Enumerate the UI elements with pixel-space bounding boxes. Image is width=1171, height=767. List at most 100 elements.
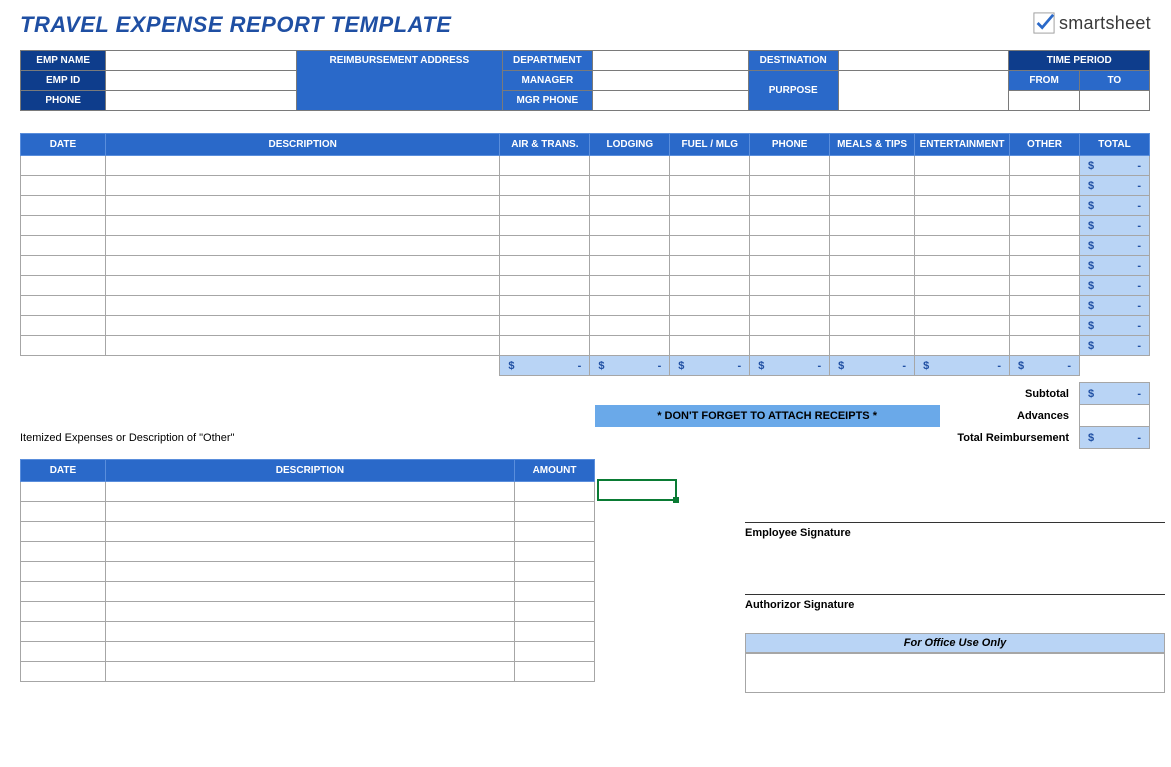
grid-cell[interactable]: [1010, 176, 1080, 196]
grid-cell[interactable]: [670, 276, 750, 296]
grid-cell[interactable]: [915, 176, 1010, 196]
grid-cell[interactable]: [830, 256, 915, 276]
grid-cell[interactable]: [1010, 156, 1080, 176]
grid-cell[interactable]: [750, 336, 830, 356]
grid-cell[interactable]: [590, 276, 670, 296]
grid-cell[interactable]: [750, 296, 830, 316]
grid-cell[interactable]: [500, 156, 590, 176]
grid-cell[interactable]: [670, 296, 750, 316]
itemized-cell[interactable]: [21, 502, 106, 522]
grid-cell[interactable]: [915, 256, 1010, 276]
itemized-cell[interactable]: [105, 602, 514, 622]
grid-cell[interactable]: [21, 276, 106, 296]
itemized-cell[interactable]: [21, 522, 106, 542]
grid-cell[interactable]: [670, 236, 750, 256]
grid-cell[interactable]: [21, 156, 106, 176]
grid-cell[interactable]: [1010, 296, 1080, 316]
itemized-cell[interactable]: [21, 622, 106, 642]
grid-cell[interactable]: [105, 276, 500, 296]
grid-cell[interactable]: [830, 316, 915, 336]
grid-cell[interactable]: [670, 336, 750, 356]
itemized-cell[interactable]: [105, 502, 514, 522]
grid-cell[interactable]: [500, 256, 590, 276]
authorizor-signature-line[interactable]: [745, 569, 1165, 595]
grid-cell[interactable]: [105, 236, 500, 256]
itemized-cell[interactable]: [21, 642, 106, 662]
itemized-cell[interactable]: [105, 662, 514, 682]
grid-cell[interactable]: [1010, 236, 1080, 256]
grid-cell[interactable]: [500, 216, 590, 236]
grid-cell[interactable]: [750, 276, 830, 296]
employee-signature-line[interactable]: [745, 497, 1165, 523]
grid-cell[interactable]: [500, 236, 590, 256]
manager-field[interactable]: [593, 71, 749, 91]
grid-cell[interactable]: [670, 316, 750, 336]
to-field[interactable]: [1079, 91, 1149, 111]
grid-cell[interactable]: [915, 276, 1010, 296]
grid-cell[interactable]: [830, 236, 915, 256]
advances-value[interactable]: [1079, 405, 1149, 427]
itemized-cell[interactable]: [105, 482, 514, 502]
itemized-cell[interactable]: [21, 542, 106, 562]
grid-cell[interactable]: [105, 156, 500, 176]
emp-id-field[interactable]: [106, 71, 297, 91]
grid-cell[interactable]: [105, 316, 500, 336]
grid-cell[interactable]: [830, 156, 915, 176]
from-field[interactable]: [1009, 91, 1079, 111]
itemized-cell[interactable]: [105, 562, 514, 582]
grid-cell[interactable]: [830, 216, 915, 236]
grid-cell[interactable]: [830, 196, 915, 216]
grid-cell[interactable]: [1010, 196, 1080, 216]
grid-cell[interactable]: [750, 216, 830, 236]
itemized-cell[interactable]: [515, 602, 595, 622]
grid-cell[interactable]: [500, 316, 590, 336]
grid-cell[interactable]: [590, 216, 670, 236]
grid-cell[interactable]: [750, 156, 830, 176]
grid-cell[interactable]: [915, 336, 1010, 356]
grid-cell[interactable]: [1010, 256, 1080, 276]
grid-cell[interactable]: [750, 196, 830, 216]
grid-cell[interactable]: [750, 256, 830, 276]
grid-cell[interactable]: [105, 336, 500, 356]
grid-cell[interactable]: [105, 176, 500, 196]
dest-field[interactable]: [838, 51, 1009, 71]
dept-field[interactable]: [593, 51, 749, 71]
itemized-cell[interactable]: [21, 562, 106, 582]
grid-cell[interactable]: [21, 176, 106, 196]
grid-cell[interactable]: [105, 256, 500, 276]
grid-cell[interactable]: [750, 316, 830, 336]
grid-cell[interactable]: [21, 196, 106, 216]
phone-field[interactable]: [106, 91, 297, 111]
grid-cell[interactable]: [915, 316, 1010, 336]
itemized-cell[interactable]: [515, 562, 595, 582]
grid-cell[interactable]: [105, 296, 500, 316]
grid-cell[interactable]: [590, 296, 670, 316]
grid-cell[interactable]: [670, 176, 750, 196]
grid-cell[interactable]: [1010, 336, 1080, 356]
grid-cell[interactable]: [915, 216, 1010, 236]
itemized-cell[interactable]: [21, 482, 106, 502]
purpose-field[interactable]: [838, 71, 1009, 111]
itemized-cell[interactable]: [515, 482, 595, 502]
grid-cell[interactable]: [21, 256, 106, 276]
grid-cell[interactable]: [915, 156, 1010, 176]
itemized-cell[interactable]: [21, 662, 106, 682]
grid-cell[interactable]: [500, 296, 590, 316]
grid-cell[interactable]: [590, 176, 670, 196]
itemized-cell[interactable]: [21, 582, 106, 602]
itemized-cell[interactable]: [515, 522, 595, 542]
grid-cell[interactable]: [830, 276, 915, 296]
grid-cell[interactable]: [500, 336, 590, 356]
itemized-cell[interactable]: [515, 502, 595, 522]
grid-cell[interactable]: [21, 216, 106, 236]
grid-cell[interactable]: [750, 236, 830, 256]
grid-cell[interactable]: [21, 336, 106, 356]
grid-cell[interactable]: [1010, 316, 1080, 336]
itemized-cell[interactable]: [515, 642, 595, 662]
grid-cell[interactable]: [915, 196, 1010, 216]
grid-cell[interactable]: [830, 336, 915, 356]
grid-cell[interactable]: [590, 256, 670, 276]
itemized-cell[interactable]: [515, 662, 595, 682]
mgr-phone-field[interactable]: [593, 91, 749, 111]
itemized-cell[interactable]: [515, 622, 595, 642]
